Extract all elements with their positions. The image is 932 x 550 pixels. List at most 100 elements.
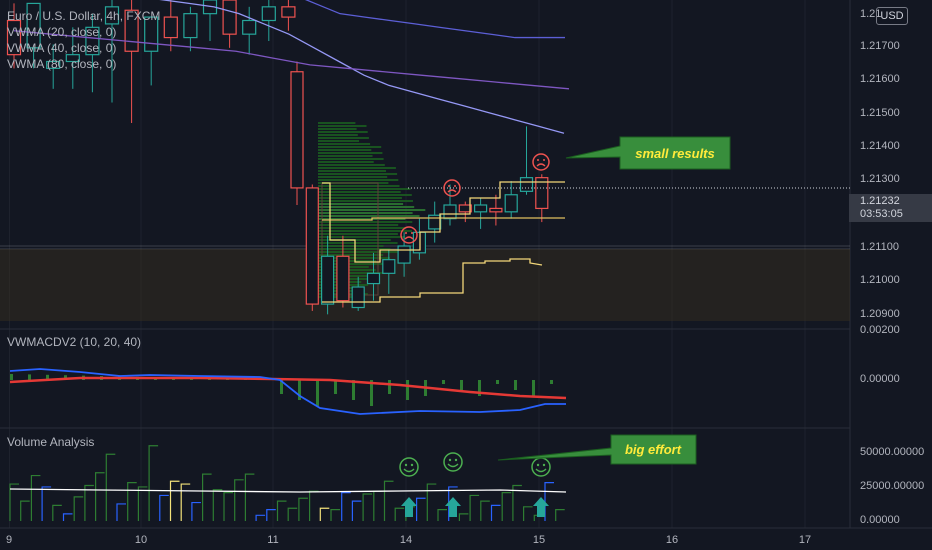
volume-average-line <box>9 488 567 493</box>
symbol-legend[interactable]: Euro / U.S. Dollar, 4h, FXCM VWMA (20, c… <box>7 8 160 72</box>
volume-tick: 25000.00000 <box>860 480 924 492</box>
time-tick: 15 <box>533 534 545 546</box>
profile-bar <box>318 176 388 178</box>
volume-bar <box>94 472 105 521</box>
macd-histogram-bar <box>442 380 445 384</box>
smiley-face-icon <box>531 457 551 477</box>
smiley-eye <box>404 463 408 467</box>
volume-bar <box>383 480 394 521</box>
profile-bar <box>318 152 383 154</box>
profile-bar <box>318 158 384 160</box>
volume-bar <box>255 514 266 521</box>
sad-face-icon <box>443 179 461 197</box>
sad-face-mouth <box>447 189 457 193</box>
volume-tick: 0.00000 <box>860 514 900 526</box>
sad-face-mouth <box>536 163 546 167</box>
smiley-face-icon <box>443 452 463 472</box>
vwma80-legend[interactable]: VWMA (80, close, 0) <box>7 56 160 72</box>
sad-face-eye <box>543 159 545 161</box>
price-tick: 1.21300 <box>860 173 900 185</box>
volume-bar <box>148 445 159 521</box>
volume-legend[interactable]: Volume Analysis <box>7 434 94 450</box>
volume-bar <box>501 492 512 521</box>
profile-bar <box>318 146 382 148</box>
profile-bar <box>318 188 411 190</box>
sad-face-eye <box>411 232 413 234</box>
profile-bar <box>318 230 412 232</box>
candle-body <box>397 245 411 264</box>
volume-tick: 50000.00000 <box>860 446 924 458</box>
candle-body <box>222 0 237 35</box>
callout-small-results-text: small results <box>635 146 715 161</box>
candle-body <box>351 286 365 309</box>
price-tick: 1.21700 <box>860 40 900 52</box>
up-arrow-icon <box>533 497 549 517</box>
volume-bar <box>287 507 298 521</box>
macd-histogram-bar <box>406 380 409 400</box>
candle-body <box>382 259 396 274</box>
volume-bar <box>416 497 426 521</box>
profile-bar <box>318 227 406 229</box>
chart-canvas[interactable]: small resultsbig effort 1.211.217001.216… <box>0 0 932 550</box>
profile-bar <box>318 212 413 214</box>
volume-bar <box>62 513 73 521</box>
candle-body <box>305 187 319 305</box>
profile-bar <box>318 209 426 211</box>
candle-body <box>183 13 198 39</box>
volume-bar <box>351 500 362 521</box>
macd-histogram-bar <box>460 380 463 390</box>
profile-bar <box>318 170 386 172</box>
profile-bar <box>318 251 398 253</box>
time-tick: 9 <box>6 534 12 546</box>
candle-body <box>474 204 488 213</box>
profile-bar <box>318 143 371 145</box>
sad-face-eye <box>454 185 456 187</box>
sad-face-eye <box>537 159 539 161</box>
volume-bar <box>522 506 533 521</box>
volume-bar <box>298 497 308 521</box>
time-tick: 16 <box>666 534 678 546</box>
candle-body <box>504 194 518 213</box>
volume-bar <box>84 484 94 521</box>
signal-line <box>9 376 567 400</box>
support-zone <box>0 249 850 321</box>
price-tick: 1.21600 <box>860 73 900 85</box>
volume-bar <box>394 507 405 521</box>
volume-bar <box>116 503 126 521</box>
volume-bar <box>30 474 41 521</box>
profile-bar <box>318 128 357 130</box>
volume-bar <box>244 473 255 521</box>
volume-bar <box>362 493 373 521</box>
volume-series <box>9 445 567 521</box>
profile-bar <box>318 179 399 181</box>
profile-bar <box>318 206 415 208</box>
bar-countdown: 03:53:05 <box>860 208 903 220</box>
vwma40-legend[interactable]: VWMA (40, close, 0) <box>7 40 160 56</box>
smiley-eye <box>448 458 452 462</box>
price-tick: 1.21100 <box>860 241 899 253</box>
volume-bar <box>309 490 319 521</box>
volume-bar <box>341 492 351 521</box>
callout-big-effort-text: big effort <box>625 442 682 457</box>
profile-bar <box>318 236 405 238</box>
sad-face-eye <box>448 185 450 187</box>
macd-histogram-bar <box>550 380 553 384</box>
volume-bar <box>469 494 480 521</box>
volume-bar <box>330 509 340 521</box>
currency-badge[interactable]: USD <box>876 7 908 25</box>
profile-bar <box>318 221 413 223</box>
profile-bar <box>318 194 412 196</box>
price-tick: 1.21500 <box>860 107 900 119</box>
volume-bar <box>127 482 137 521</box>
volume-bar <box>202 473 212 521</box>
macd-series <box>9 368 567 415</box>
volume-bar <box>180 483 191 521</box>
time-tick: 10 <box>135 534 147 546</box>
vwma20-legend[interactable]: VWMA (20, close, 0) <box>7 24 160 40</box>
volume-bar <box>437 509 447 521</box>
macd-legend[interactable]: VWMACDV2 (10, 20, 40) <box>7 334 141 350</box>
sad-face-eye <box>405 232 407 234</box>
volume-bar <box>20 500 30 521</box>
symbol-title[interactable]: Euro / U.S. Dollar, 4h, FXCM <box>7 8 160 24</box>
volume-bar <box>41 486 52 521</box>
